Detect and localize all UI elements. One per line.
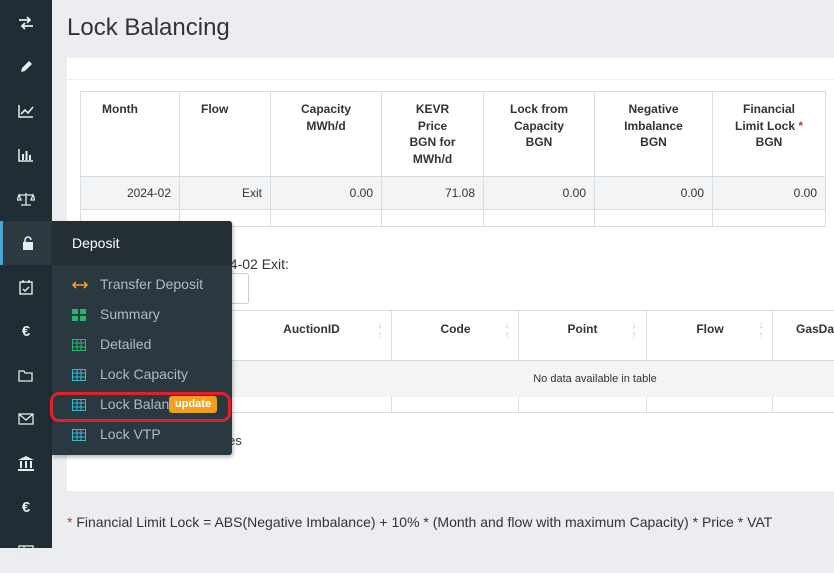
- menu-header: Deposit: [52, 221, 232, 265]
- cell-negative: 0.00: [594, 176, 713, 210]
- menu-item-summary[interactable]: Summary: [52, 300, 232, 330]
- cell-lock-capacity: 0.00: [483, 176, 595, 210]
- grid-icon: [72, 308, 86, 324]
- bank-icon[interactable]: [0, 441, 52, 485]
- cell-capacity: 0.00: [270, 176, 382, 210]
- balance-scale-icon[interactable]: [0, 177, 52, 221]
- menu-item-lock-vtp[interactable]: Lock VTP: [52, 420, 232, 450]
- menu-title: Deposit: [72, 235, 120, 251]
- pencil-icon[interactable]: [0, 45, 52, 89]
- header-financial-limit[interactable]: Financial Limit Lock * BGN: [712, 91, 826, 177]
- unlock-icon[interactable]: [0, 221, 52, 265]
- auction-table-header: AuctionID ↓ ↑ Code ↓ ↑ Point ↓ ↑ Flow ↓ ↑ Ga…: [231, 310, 834, 361]
- menu-item-detailed[interactable]: Detailed: [52, 330, 232, 360]
- footnote: * Financial Limit Lock = ABS(Negative Im…: [67, 514, 773, 530]
- auction-table-footer-row: [231, 397, 834, 413]
- table-icon: [72, 428, 86, 444]
- sidebar: € €: [0, 0, 52, 557]
- menu-item-transfer-deposit[interactable]: Transfer Deposit: [52, 270, 232, 300]
- table-row: 2024-02 Exit 0.00 71.08 0.00 0.00 0.00: [80, 176, 826, 210]
- empty-table-message: No data available in table: [231, 361, 834, 397]
- header-flow[interactable]: Flow ↓ ↑: [646, 311, 773, 361]
- arrows-horizontal-icon: [71, 278, 89, 294]
- cell-month: 2024-02: [80, 176, 180, 210]
- cell-flow: Exit: [179, 176, 271, 210]
- header-negative-imbalance[interactable]: Negative Imbalance BGN: [594, 91, 713, 177]
- cell-kevr: 71.08: [381, 176, 484, 210]
- sort-icon: ↓ ↑: [377, 320, 383, 341]
- header-auctionid[interactable]: AuctionID ↓ ↑: [231, 311, 392, 361]
- header-point[interactable]: Point ↓ ↑: [518, 311, 646, 361]
- table-icon: [72, 338, 86, 354]
- table-icon: [72, 368, 86, 384]
- bar-chart-icon[interactable]: [0, 133, 52, 177]
- divider: [67, 79, 834, 80]
- lock-balancing-table: Month Flow Capacity MWh/d KEVR Price BGN fo…: [80, 91, 826, 227]
- header-month[interactable]: Month: [80, 91, 180, 177]
- header-kevr-price[interactable]: KEVR Price BGN for MWh/d: [381, 91, 484, 177]
- cell-financial: 0.00: [712, 176, 826, 210]
- header-lock-capacity[interactable]: Lock from Capacity BGN: [483, 91, 595, 177]
- sort-icon: ↓ ↑: [504, 320, 510, 341]
- header-capacity[interactable]: Capacity MWh/d: [270, 91, 382, 177]
- filter-label: 24-02 Exit:: [222, 256, 289, 272]
- folder-open-icon[interactable]: [0, 353, 52, 397]
- page-title: Lock Balancing: [67, 14, 230, 41]
- header-gasday[interactable]: GasDay: [772, 311, 834, 361]
- euro-icon[interactable]: €: [0, 309, 52, 353]
- euro-icon[interactable]: €: [0, 485, 52, 529]
- sort-icon: ↓ ↑: [631, 320, 637, 341]
- header-code[interactable]: Code ↓ ↑: [391, 311, 519, 361]
- line-chart-icon[interactable]: [0, 89, 52, 133]
- header-flow[interactable]: Flow: [179, 91, 271, 177]
- sort-icon: ↓ ↑: [758, 320, 764, 341]
- transfer-icon[interactable]: [0, 1, 52, 45]
- highlight-annotation: [50, 392, 231, 422]
- envelope-icon[interactable]: [0, 397, 52, 441]
- calendar-check-icon[interactable]: [0, 265, 52, 309]
- menu-item-lock-capacity[interactable]: Lock Capacity: [52, 360, 232, 390]
- table-icon[interactable]: [0, 529, 52, 573]
